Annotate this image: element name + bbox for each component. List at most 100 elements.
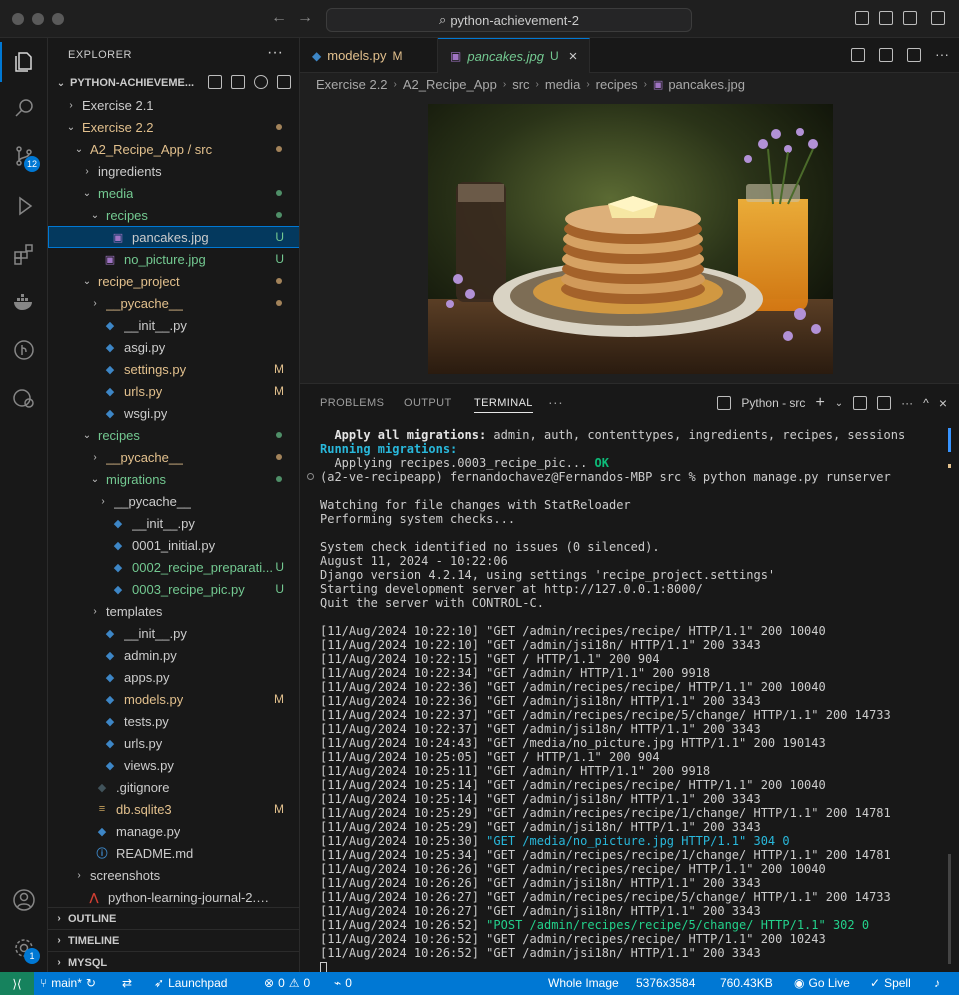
tree-folder[interactable]: › __pycache__ bbox=[48, 446, 299, 468]
tree-folder[interactable]: › __pycache__ bbox=[48, 490, 299, 512]
close-tab-icon[interactable]: × bbox=[569, 48, 578, 65]
maximize-panel-icon[interactable]: ^ bbox=[923, 396, 929, 410]
command-center-search[interactable]: ⌕ python-achievement-2 bbox=[326, 8, 692, 32]
git-graph-icon[interactable] bbox=[12, 338, 36, 362]
breadcrumb-item[interactable]: Exercise 2.2 bbox=[316, 77, 388, 92]
breadcrumb-item[interactable]: src bbox=[512, 77, 529, 92]
tab-output[interactable]: OUTPUT bbox=[404, 397, 452, 409]
split-terminal-icon[interactable] bbox=[853, 396, 868, 410]
extensions-icon[interactable] bbox=[12, 242, 36, 266]
ports-indicator[interactable]: ⌁ 0 bbox=[334, 976, 352, 990]
tree-file[interactable]: ⋀ python-learning-journal-2.2.pdf bbox=[48, 886, 299, 908]
tab-pancakes-jpg[interactable]: ▣ pancakes.jpg U × bbox=[438, 38, 590, 73]
forward-arrow-icon[interactable]: → bbox=[297, 9, 313, 27]
explorer-icon[interactable] bbox=[12, 50, 36, 74]
tree-file[interactable]: ◆ urls.py M bbox=[48, 380, 299, 402]
tree-file[interactable]: ▣ pancakes.jpg U bbox=[48, 226, 299, 248]
terminal-shell-name[interactable]: Python - src bbox=[741, 396, 805, 410]
trash-icon[interactable] bbox=[877, 396, 892, 410]
tree-folder[interactable]: ⌄ recipes bbox=[48, 424, 299, 446]
tree-folder[interactable]: › __pycache__ bbox=[48, 292, 299, 314]
split-editor-icon[interactable] bbox=[907, 48, 921, 62]
timeline-section[interactable]: › TIMELINE bbox=[48, 929, 299, 951]
tree-file[interactable]: ◆ 0002_recipe_preparati... U bbox=[48, 556, 299, 578]
tree-file[interactable]: ⓘ README.md bbox=[48, 842, 299, 864]
spell-button[interactable]: ✓ Spell bbox=[870, 976, 911, 990]
breadcrumb-item[interactable]: A2_Recipe_App bbox=[403, 77, 497, 92]
tree-file[interactable]: ◆ settings.py M bbox=[48, 358, 299, 380]
tree-folder[interactable]: ⌄ media bbox=[48, 182, 299, 204]
toggle-panel-icon[interactable] bbox=[879, 11, 893, 25]
close-window-button[interactable] bbox=[12, 13, 24, 25]
chevron-down-icon[interactable]: ⌄ bbox=[835, 398, 843, 409]
tree-file[interactable]: ▣ no_picture.jpg U bbox=[48, 248, 299, 270]
refresh-icon[interactable] bbox=[254, 75, 268, 89]
tab-terminal[interactable]: TERMINAL bbox=[474, 397, 533, 413]
tree-folder[interactable]: ⌄ Exercise 2.2 bbox=[48, 116, 299, 138]
tree-file[interactable]: ◆ 0003_recipe_pic.py U bbox=[48, 578, 299, 600]
new-file-icon[interactable] bbox=[208, 75, 222, 89]
tree-file[interactable]: ◆ asgi.py bbox=[48, 336, 299, 358]
panel-more-icon[interactable]: ··· bbox=[548, 394, 563, 410]
customize-layout-icon[interactable] bbox=[931, 11, 945, 25]
tree-file[interactable]: ◆ .gitignore bbox=[48, 776, 299, 798]
toggle-secondary-sidebar-icon[interactable] bbox=[903, 11, 917, 25]
toggle-sidebar-icon[interactable] bbox=[855, 11, 869, 25]
mysql-section[interactable]: › MYSQL bbox=[48, 951, 299, 972]
git-compare-icon[interactable]: ⇄ bbox=[122, 976, 132, 990]
docker-icon[interactable] bbox=[12, 290, 36, 314]
breadcrumb-item[interactable]: pancakes.jpg bbox=[668, 77, 745, 92]
tree-folder[interactable]: ⌄ A2_Recipe_App / src bbox=[48, 138, 299, 160]
tree-folder[interactable]: › ingredients bbox=[48, 160, 299, 182]
tree-file[interactable]: ◆ apps.py bbox=[48, 666, 299, 688]
search-activity-icon[interactable] bbox=[12, 96, 36, 120]
terminal-scrollbar[interactable] bbox=[948, 854, 951, 964]
go-live-button[interactable]: ◉ Go Live bbox=[794, 976, 850, 990]
tree-file[interactable]: ◆ admin.py bbox=[48, 644, 299, 666]
collapse-all-icon[interactable] bbox=[277, 75, 291, 89]
breadcrumb-item[interactable]: media bbox=[545, 77, 580, 92]
new-terminal-icon[interactable]: + bbox=[815, 394, 824, 412]
branch-indicator[interactable]: ⑂ main* ↻ bbox=[40, 976, 96, 990]
tree-folder[interactable]: › screenshots bbox=[48, 864, 299, 886]
tree-file[interactable]: ◆ __init__.py bbox=[48, 314, 299, 336]
more-actions-icon[interactable]: ··· bbox=[935, 47, 949, 62]
new-folder-icon[interactable] bbox=[231, 75, 245, 89]
tree-file[interactable]: ◆ manage.py bbox=[48, 820, 299, 842]
open-preview-icon[interactable] bbox=[851, 48, 865, 62]
problems-indicator[interactable]: ⊗ 0 ⚠ 0 bbox=[264, 976, 310, 990]
minimize-window-button[interactable] bbox=[32, 13, 44, 25]
more-actions-icon[interactable]: ··· bbox=[901, 396, 913, 410]
run-debug-icon[interactable] bbox=[12, 194, 36, 218]
zoom-window-button[interactable] bbox=[52, 13, 64, 25]
remote-explorer-icon[interactable] bbox=[12, 386, 36, 410]
tree-file[interactable]: ≡ db.sqlite3 M bbox=[48, 798, 299, 820]
tree-folder[interactable]: ⌄ recipes bbox=[48, 204, 299, 226]
pancakes-image[interactable] bbox=[428, 104, 833, 374]
command-decoration-icon[interactable] bbox=[307, 473, 314, 480]
tree-file[interactable]: ◆ urls.py bbox=[48, 732, 299, 754]
tree-file[interactable]: ◆ views.py bbox=[48, 754, 299, 776]
outline-section[interactable]: › OUTLINE bbox=[48, 907, 299, 929]
tree-folder[interactable]: ⌄ migrations bbox=[48, 468, 299, 490]
image-zoom-label[interactable]: Whole Image bbox=[548, 976, 619, 990]
remote-indicator-icon[interactable]: ⟩⟨ bbox=[0, 972, 34, 995]
tree-file[interactable]: ◆ models.py M bbox=[48, 688, 299, 710]
back-arrow-icon[interactable]: ← bbox=[271, 9, 287, 27]
compare-changes-icon[interactable] bbox=[879, 48, 893, 62]
tree-file[interactable]: ◆ wsgi.py bbox=[48, 402, 299, 424]
tab-models-py[interactable]: ◆ models.py M bbox=[300, 38, 438, 73]
tree-file[interactable]: ◆ __init__.py bbox=[48, 622, 299, 644]
tree-folder[interactable]: ⌄ recipe_project bbox=[48, 270, 299, 292]
notifications-bell-icon[interactable]: ♪ bbox=[934, 976, 940, 990]
tree-folder[interactable]: › Exercise 2.1 bbox=[48, 94, 299, 116]
tree-folder[interactable]: › templates bbox=[48, 600, 299, 622]
explorer-more-actions[interactable]: ··· bbox=[267, 44, 283, 62]
terminal-output[interactable]: Apply all migrations: admin, auth, conte… bbox=[307, 428, 940, 974]
breadcrumb-item[interactable]: recipes bbox=[596, 77, 638, 92]
tree-file[interactable]: ◆ 0001_initial.py bbox=[48, 534, 299, 556]
tree-file[interactable]: ◆ tests.py bbox=[48, 710, 299, 732]
tab-problems[interactable]: PROBLEMS bbox=[320, 397, 384, 409]
tree-file[interactable]: ◆ __init__.py bbox=[48, 512, 299, 534]
launchpad-button[interactable]: ➶ Launchpad bbox=[154, 976, 227, 990]
